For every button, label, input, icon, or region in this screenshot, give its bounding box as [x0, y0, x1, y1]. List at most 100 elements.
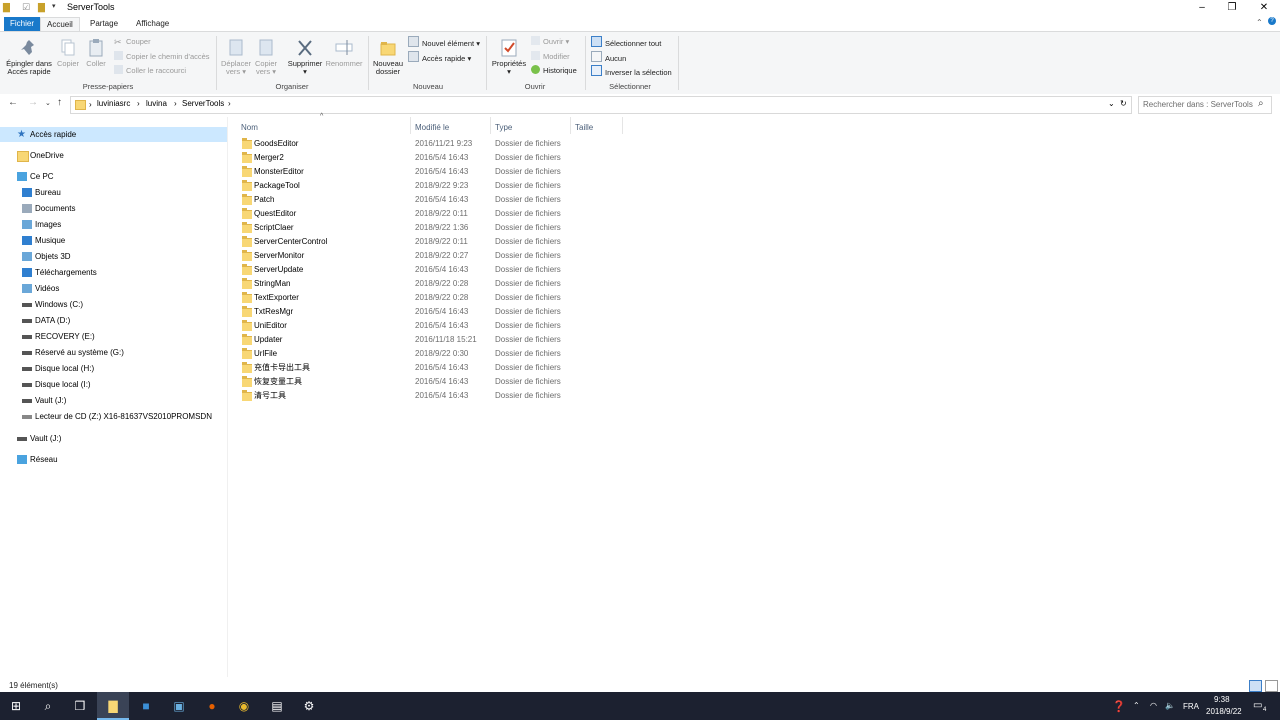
search-icon[interactable]: ⌕: [32, 692, 64, 720]
column-separator[interactable]: [490, 117, 491, 134]
select-all-button[interactable]: Sélectionner tout: [591, 36, 661, 48]
clock-time[interactable]: 9:38: [1214, 695, 1230, 704]
details-view-icon[interactable]: [1249, 680, 1262, 692]
file-row[interactable]: ServerMonitor 2018/9/22 0:27 Dossier de fi…: [240, 249, 562, 263]
tab-partage[interactable]: Partage: [84, 17, 124, 31]
breadcrumb-separator-icon[interactable]: ›: [228, 99, 231, 108]
tab-fichier[interactable]: Fichier: [4, 17, 41, 31]
file-explorer-taskbar-icon[interactable]: ▇: [97, 692, 129, 720]
wifi-icon[interactable]: ◠: [1150, 701, 1157, 710]
chrome-icon[interactable]: ◉: [228, 692, 260, 720]
tab-affichage[interactable]: Affichage: [130, 17, 175, 31]
breadcrumb-servertools[interactable]: ServerTools: [182, 99, 224, 108]
maximize-button[interactable]: ❐: [1216, 0, 1248, 15]
invert-selection-button[interactable]: Inverser la sélection: [591, 65, 672, 77]
delete-button[interactable]: Supprimer ▾: [285, 38, 325, 76]
expand-ribbon-icon[interactable]: ⌃: [1256, 18, 1263, 27]
file-row[interactable]: ScriptClaer 2018/9/22 1:36 Dossier de fich…: [240, 221, 562, 235]
minimize-button[interactable]: –: [1186, 0, 1218, 15]
breadcrumb-luviniasrc[interactable]: luviniasrc: [97, 99, 130, 108]
language-indicator[interactable]: FRA: [1183, 702, 1199, 711]
move-to-button[interactable]: Déplacer vers ▾: [221, 38, 251, 76]
file-row[interactable]: ServerCenterControl 2018/9/22 0:11 Dossier…: [240, 235, 562, 249]
breadcrumb-separator-icon[interactable]: ›: [137, 99, 140, 108]
firefox-icon[interactable]: ●: [196, 692, 228, 720]
new-folder-quick-icon[interactable]: ▇: [38, 2, 45, 13]
file-modified: 2016/5/4 16:43: [415, 153, 469, 162]
column-header-size[interactable]: Taille: [575, 120, 593, 136]
file-type: Dossier de fichiers: [495, 391, 561, 400]
file-row[interactable]: ServerUpdate 2016/5/4 16:43 Dossier de fic…: [240, 263, 562, 277]
up-arrow-icon[interactable]: ↑: [57, 97, 62, 108]
copy-path-button[interactable]: Copier le chemin d'accès: [114, 51, 210, 63]
open-button[interactable]: Ouvrir ▾: [531, 36, 569, 48]
nav-item-quick-access[interactable]: ★ Accès rapide: [0, 127, 227, 142]
file-row[interactable]: TextExporter 2018/9/22 0:28 Dossier de fic…: [240, 291, 562, 305]
file-row[interactable]: MonsterEditor 2016/5/4 16:43 Dossier de fi…: [240, 165, 562, 179]
recent-locations-chevron-icon[interactable]: ⌄: [45, 99, 51, 107]
file-row[interactable]: Merger2 2016/5/4 16:43 Dossier de fichiers: [240, 151, 562, 165]
file-row[interactable]: 充值卡导出工具 2016/5/4 16:43 Dossier de fichiers: [240, 361, 562, 375]
history-button[interactable]: Historique: [531, 65, 577, 77]
help-icon[interactable]: ?: [1268, 17, 1276, 25]
paste-button[interactable]: Coller: [84, 38, 108, 68]
large-icons-view-icon[interactable]: [1265, 680, 1278, 692]
clock-date[interactable]: 2018/9/22: [1206, 707, 1242, 716]
pin-quick-access-button[interactable]: Épingler dans Accès rapide: [2, 38, 56, 76]
copy-button[interactable]: Copier: [55, 38, 81, 68]
properties-button[interactable]: Propriétés ▾: [489, 38, 529, 76]
edit-button[interactable]: Modifier: [531, 51, 570, 63]
file-row[interactable]: Updater 2016/11/18 15:21 Dossier de fichie…: [240, 333, 562, 347]
new-folder-button[interactable]: Nouveau dossier: [370, 38, 406, 76]
new-item-button[interactable]: Nouvel élément ▾: [408, 36, 480, 48]
search-input[interactable]: Rechercher dans : ServerTools ⌕: [1138, 96, 1272, 114]
store-icon[interactable]: ▤: [261, 692, 293, 720]
notification-center-icon[interactable]: ▭: [1253, 700, 1262, 711]
file-row[interactable]: GoodsEditor 2016/11/21 9:23 Dossier de fic…: [240, 137, 562, 151]
customize-toolbar-icon[interactable]: ▾: [52, 2, 56, 10]
file-row[interactable]: UrlFile 2018/9/22 0:30 Dossier de fichiers: [240, 347, 562, 361]
paste-shortcut-button[interactable]: Coller le raccourci: [114, 65, 186, 77]
copy-to-button[interactable]: Copier vers ▾: [252, 38, 280, 76]
column-separator[interactable]: [570, 117, 571, 134]
breadcrumb-separator-icon[interactable]: ›: [174, 99, 177, 108]
back-arrow-icon[interactable]: ←: [8, 97, 18, 108]
show-hidden-icons-chevron-icon[interactable]: ⌃: [1133, 701, 1140, 710]
help-tray-icon[interactable]: ❓: [1112, 700, 1126, 713]
column-header-type[interactable]: Type: [495, 120, 512, 136]
column-header-name[interactable]: Nom: [241, 120, 258, 136]
address-dropdown-chevron-icon[interactable]: ⌄: [1108, 99, 1115, 108]
column-separator[interactable]: [410, 117, 411, 134]
file-row[interactable]: 恢复变量工具 2016/5/4 16:43 Dossier de fichiers: [240, 375, 562, 389]
forward-arrow-icon[interactable]: →: [28, 97, 38, 108]
select-none-button[interactable]: Aucun: [591, 51, 626, 63]
drive-icon: [22, 367, 32, 371]
rename-button[interactable]: Renommer: [325, 38, 363, 68]
breadcrumb-luvina[interactable]: luvina: [146, 99, 167, 108]
column-header-modified[interactable]: Modifié le: [415, 120, 449, 136]
task-view-icon[interactable]: ❒: [64, 692, 96, 720]
file-name: TxtResMgr: [254, 307, 294, 316]
easy-access-button[interactable]: Accès rapide ▾: [408, 51, 471, 63]
file-row[interactable]: TxtResMgr 2016/5/4 16:43 Dossier de fichie…: [240, 305, 562, 319]
file-name: ServerUpdate: [254, 265, 304, 274]
file-row[interactable]: 清号工具 2016/5/4 16:43 Dossier de fichiers: [240, 389, 562, 403]
nav-label: Ce PC: [30, 172, 54, 181]
refresh-icon[interactable]: ↻: [1120, 99, 1127, 108]
file-row[interactable]: StringMan 2018/9/22 0:28 Dossier de fichie…: [240, 277, 562, 291]
volume-icon[interactable]: 🔈: [1165, 701, 1175, 710]
windows-start-icon[interactable]: ⊞: [0, 692, 32, 720]
remote-desktop-taskbar-icon[interactable]: ▣: [163, 692, 195, 720]
column-separator[interactable]: [622, 117, 623, 134]
app-taskbar-icon[interactable]: ■: [130, 692, 162, 720]
file-row[interactable]: Patch 2016/5/4 16:43 Dossier de fichiers: [240, 193, 562, 207]
tab-accueil[interactable]: Accueil: [40, 17, 80, 32]
properties-quick-icon[interactable]: ☑: [22, 2, 30, 13]
file-row[interactable]: QuestEditor 2018/9/22 0:11 Dossier de fich…: [240, 207, 562, 221]
file-row[interactable]: UniEditor 2016/5/4 16:43 Dossier de fichie…: [240, 319, 562, 333]
group-label-organize: Organiser: [275, 82, 309, 91]
file-row[interactable]: PackageTool 2018/9/22 9:23 Dossier de fich…: [240, 179, 562, 193]
settings-gear-icon[interactable]: ⚙: [293, 692, 325, 720]
close-button[interactable]: ✕: [1248, 0, 1280, 15]
cut-button[interactable]: ✂ Couper: [114, 36, 151, 48]
